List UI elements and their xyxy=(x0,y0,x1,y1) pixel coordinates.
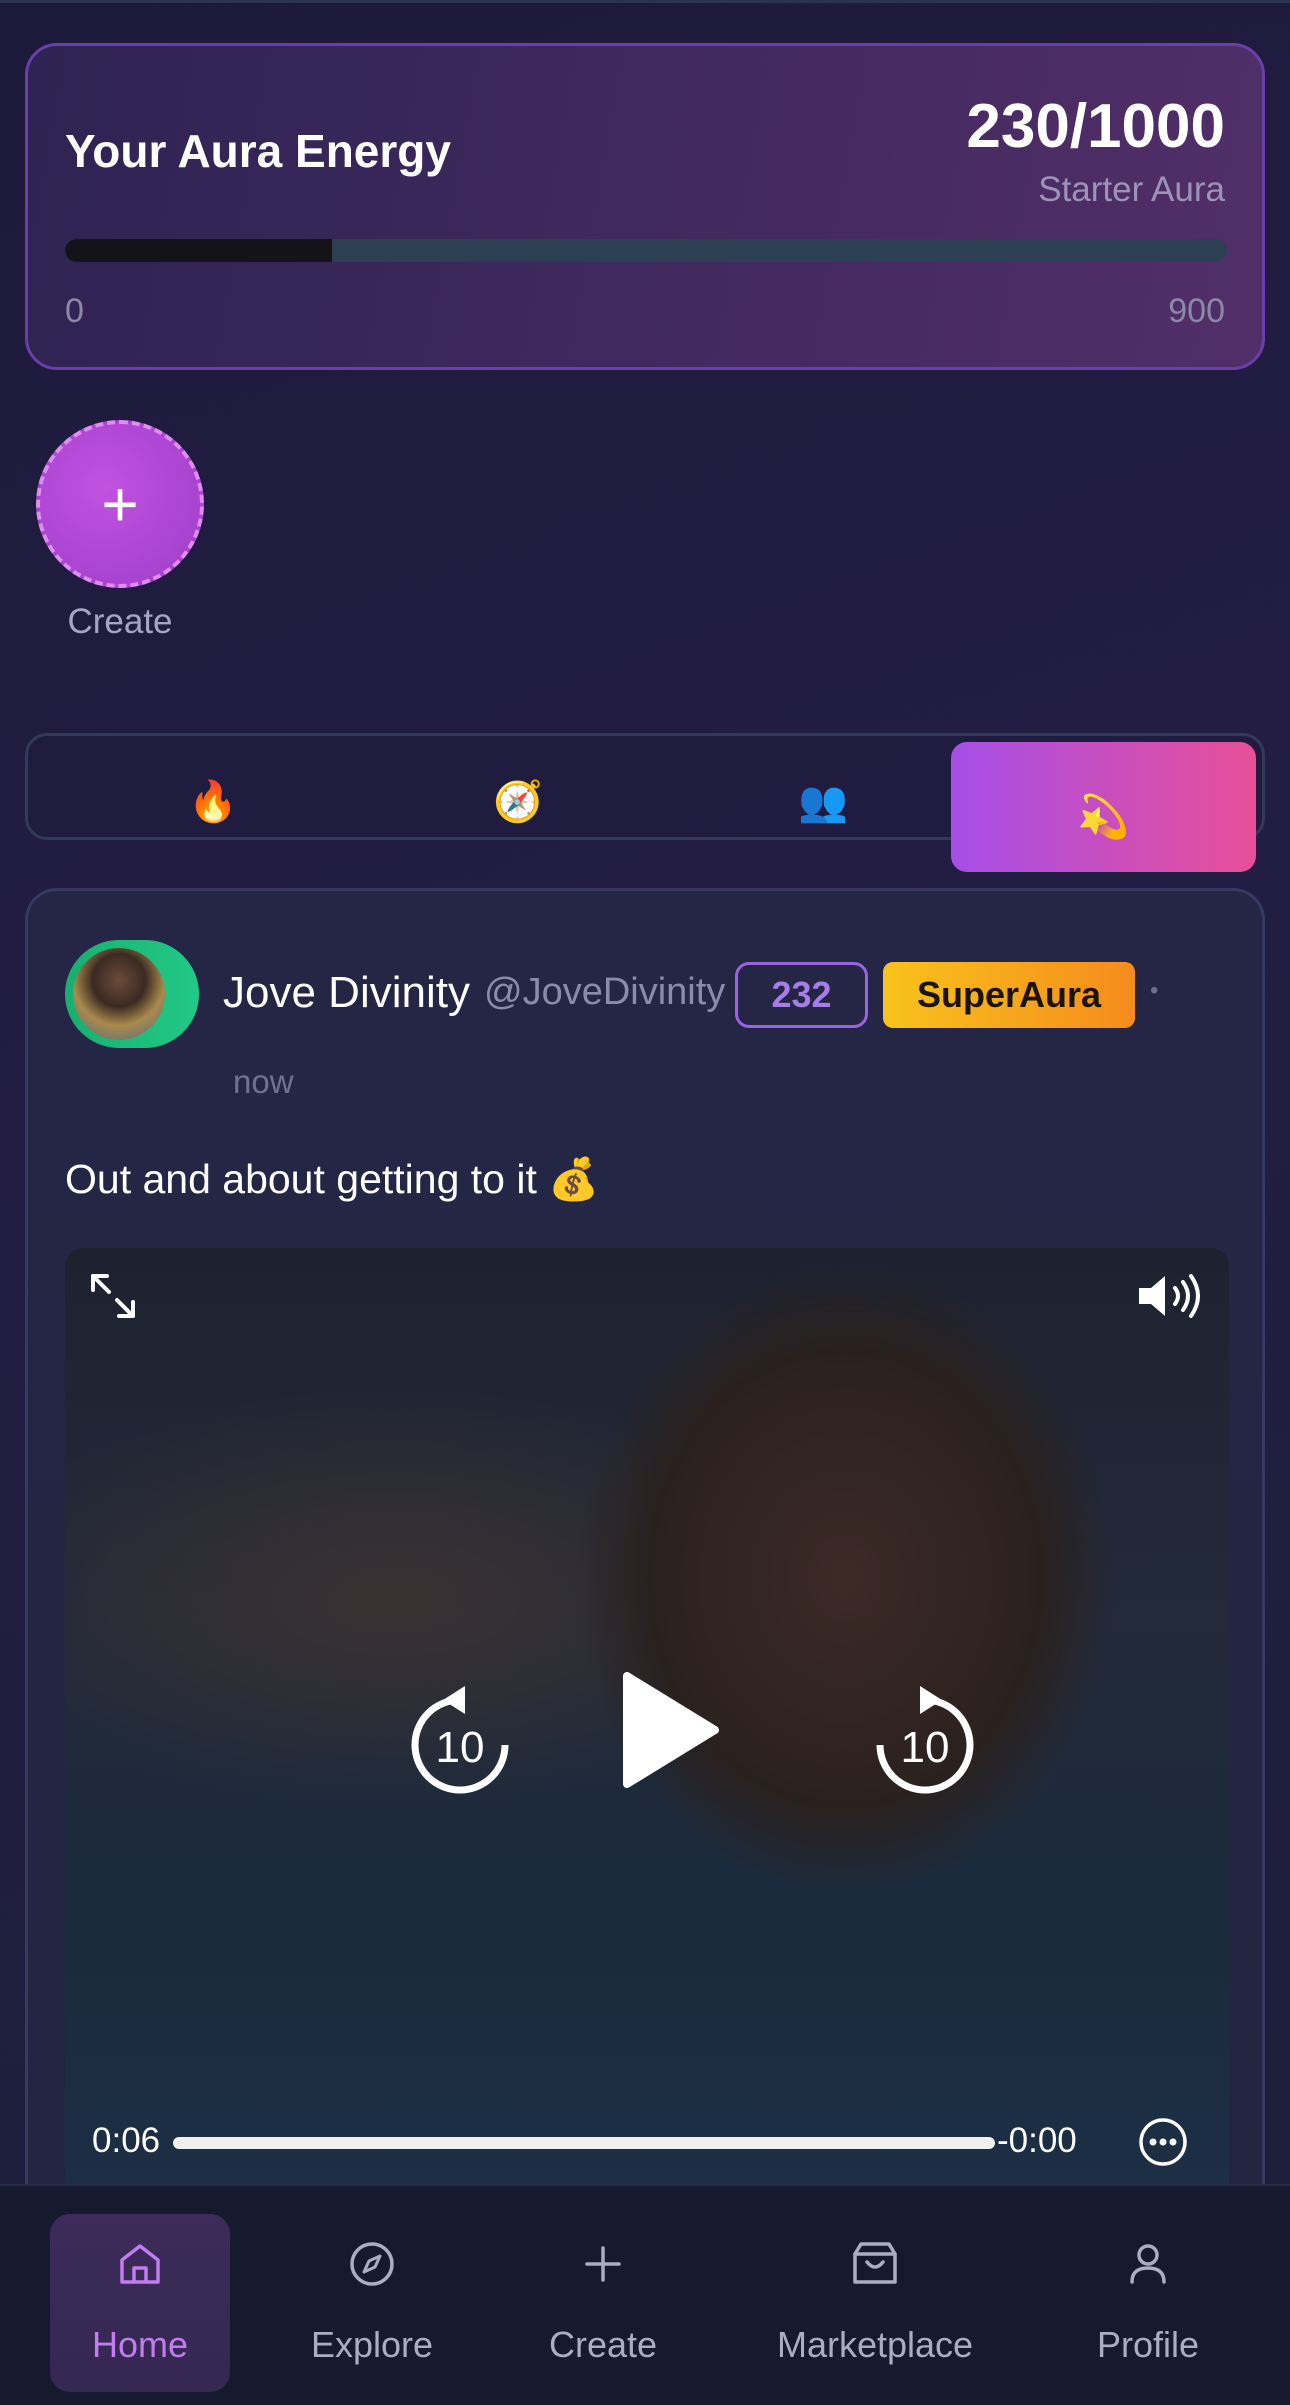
post-card: Jove Divinity @JoveDivinity 232 SuperAur… xyxy=(25,888,1265,2405)
nav-home-label: Home xyxy=(91,2324,189,2365)
aura-level: Starter Aura xyxy=(1038,170,1225,209)
create-story-label: Create xyxy=(67,602,173,641)
post-timestamp: now xyxy=(233,1063,294,1100)
rewind-10-icon[interactable]: 10 xyxy=(395,1680,525,1810)
video-elapsed-time: 0:06 xyxy=(92,2121,161,2160)
nav-profile-label: Profile xyxy=(1096,2324,1200,2365)
nav-profile[interactable]: Profile xyxy=(1058,2214,1238,2392)
expand-icon[interactable] xyxy=(87,1270,139,1322)
rewind-seconds: 10 xyxy=(436,1723,485,1772)
author-name[interactable]: Jove Divinity xyxy=(223,968,470,1018)
more-options-icon[interactable] xyxy=(1137,2116,1189,2168)
compass-icon: 🧭 xyxy=(493,780,543,824)
author-handle[interactable]: @JoveDivinity xyxy=(484,971,725,1014)
create-story-button[interactable]: + xyxy=(36,420,204,588)
plus-icon xyxy=(585,2246,621,2282)
nav-create[interactable]: Create xyxy=(513,2214,693,2392)
aura-progress-fill xyxy=(65,239,333,262)
dizzy-star-icon: 💫 xyxy=(1077,792,1130,840)
aura-max-label: 900 xyxy=(1168,292,1225,330)
author-avatar[interactable] xyxy=(65,940,199,1048)
bottom-nav: Home Explore Create Marketplace Profile xyxy=(0,2184,1290,2405)
compass-icon xyxy=(350,2242,394,2286)
video-player[interactable]: 10 10 0:06 -0:00 xyxy=(65,1248,1229,2188)
tab-following[interactable]: 👥 xyxy=(673,736,973,837)
video-remaining-time: -0:00 xyxy=(997,2121,1077,2160)
tab-explore[interactable]: 🧭 xyxy=(368,736,668,837)
forward-10-icon[interactable]: 10 xyxy=(860,1680,990,1810)
nav-explore[interactable]: Explore xyxy=(282,2214,462,2392)
nav-marketplace[interactable]: Marketplace xyxy=(755,2214,995,2392)
nav-create-label: Create xyxy=(548,2324,658,2365)
aura-score: 230/1000 xyxy=(966,92,1225,161)
shopping-bag-icon xyxy=(853,2242,897,2284)
play-icon[interactable] xyxy=(605,1668,735,1798)
nav-marketplace-label: Marketplace xyxy=(776,2324,974,2365)
fire-icon: 🔥 xyxy=(188,780,238,824)
post-text: Out and about getting to it 💰 xyxy=(65,1156,600,1202)
superaura-badge: SuperAura xyxy=(883,962,1135,1028)
aura-score-badge: 232 xyxy=(735,962,868,1028)
video-scrubber[interactable] xyxy=(173,2137,995,2149)
nav-explore-label: Explore xyxy=(310,2324,434,2365)
user-icon xyxy=(1130,2244,1166,2284)
forward-seconds: 10 xyxy=(901,1723,950,1772)
tab-aura[interactable]: 💫 xyxy=(951,742,1256,872)
separator-dot: • xyxy=(1150,977,1159,1004)
top-divider xyxy=(0,0,1290,3)
avatar xyxy=(73,948,165,1040)
nav-home[interactable]: Home xyxy=(50,2214,230,2392)
tab-trending[interactable]: 🔥 xyxy=(63,736,363,837)
plus-icon: + xyxy=(101,468,139,540)
aura-progress-bar xyxy=(65,239,1227,262)
aura-energy-card: Your Aura Energy 230/1000 Starter Aura 0… xyxy=(25,43,1265,370)
home-icon xyxy=(120,2244,160,2284)
aura-title: Your Aura Energy xyxy=(65,125,451,177)
volume-icon[interactable] xyxy=(1135,1270,1207,1322)
feed-tabs: 🔥 🧭 👥 💫 xyxy=(25,733,1265,872)
aura-min-label: 0 xyxy=(65,292,84,330)
people-icon: 👥 xyxy=(798,780,848,824)
